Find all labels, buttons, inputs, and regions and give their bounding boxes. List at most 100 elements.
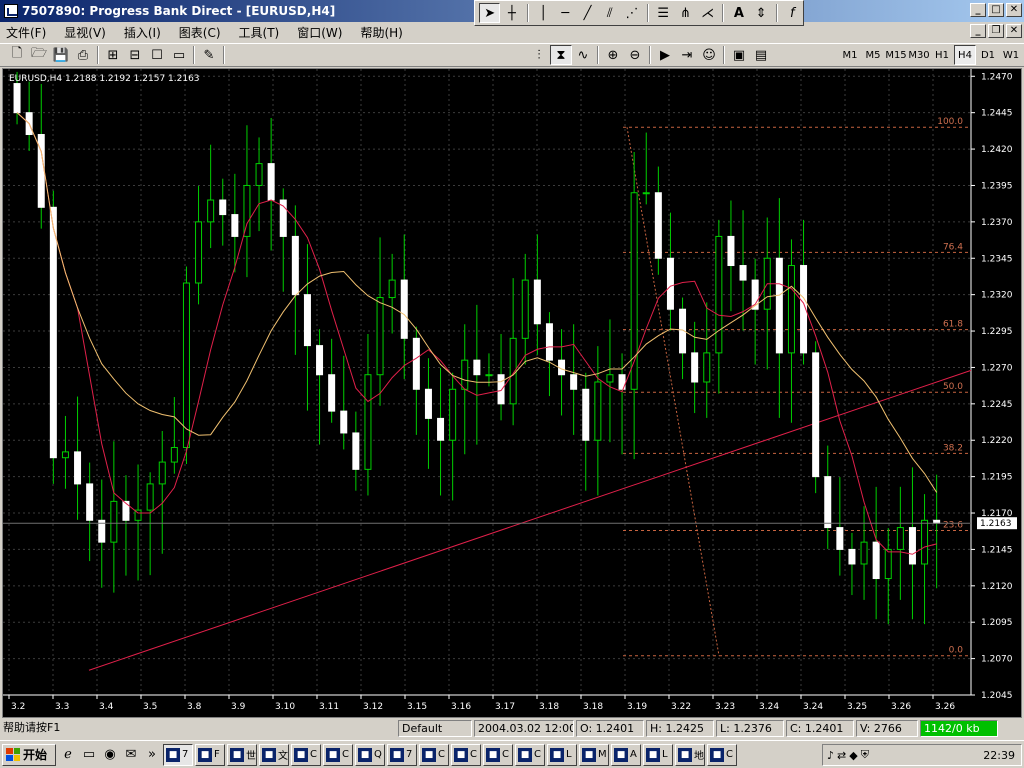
tf-m5[interactable]: M5 bbox=[862, 45, 884, 65]
taskbar-task[interactable]: ■ L bbox=[643, 743, 673, 766]
line-chart-icon[interactable]: ∿ bbox=[572, 45, 594, 65]
fibo-lines-icon[interactable]: ☰ bbox=[653, 3, 674, 23]
new-icon[interactable]: 🗋 bbox=[6, 45, 28, 65]
candle-body bbox=[364, 374, 372, 470]
zoom-in-icon[interactable]: ⊕ bbox=[602, 45, 624, 65]
arrows-icon[interactable]: ⇕ bbox=[750, 3, 771, 23]
tf-h4[interactable]: H4 bbox=[954, 45, 976, 65]
mdi-restore-button[interactable]: ❐ bbox=[988, 24, 1004, 38]
price-chart[interactable]: 1.2470 1.2445 1.2420 1.2395 1.2370 1.2345 1.23… bbox=[3, 69, 1021, 717]
autoscroll-icon[interactable]: ▶ bbox=[654, 45, 676, 65]
menu-insert[interactable]: 插入(I) bbox=[124, 24, 161, 41]
taskbar-task[interactable]: ■ C bbox=[323, 743, 353, 766]
fibo-fan-icon[interactable]: ⋌ bbox=[697, 3, 718, 23]
channel-icon[interactable]: ⫽ bbox=[599, 3, 620, 23]
menu-view[interactable]: 显视(V) bbox=[64, 24, 106, 41]
tray-security-icon[interactable]: ⛨ bbox=[861, 748, 869, 762]
x-tick-label: 3.11 bbox=[319, 702, 339, 712]
maximize-button[interactable]: □ bbox=[988, 3, 1004, 17]
menu-charts[interactable]: 图表(C) bbox=[179, 24, 221, 41]
candle-body bbox=[328, 374, 336, 412]
taskbar-task[interactable]: ■ A bbox=[611, 743, 641, 766]
tf-h1[interactable]: H1 bbox=[931, 45, 953, 65]
tf-m1[interactable]: M1 bbox=[839, 45, 861, 65]
candle-body bbox=[824, 476, 832, 529]
task-app-icon: ■ bbox=[582, 747, 596, 762]
open-icon[interactable]: 🗁 bbox=[28, 45, 50, 65]
taskbar-task[interactable]: ■ 地 bbox=[675, 743, 705, 766]
cursor-icon[interactable]: ➤ bbox=[479, 3, 501, 23]
minimize-button[interactable]: _ bbox=[970, 3, 986, 17]
taskbar-task[interactable]: ■ Q bbox=[355, 743, 385, 766]
desktop-icon[interactable]: ▭ bbox=[80, 746, 98, 764]
zoom-out-icon[interactable]: ⊖ bbox=[624, 45, 646, 65]
menu-tools[interactable]: 工具(T) bbox=[239, 24, 280, 41]
taskbar-task[interactable]: ■ C bbox=[707, 743, 737, 766]
close-button[interactable]: ✕ bbox=[1006, 3, 1022, 17]
experts-icon[interactable]: ☺ bbox=[698, 45, 720, 65]
terminal-icon[interactable]: ▭ bbox=[168, 45, 190, 65]
taskbar-task[interactable]: ■ 世 bbox=[227, 743, 257, 766]
x-tick-label: 3.18 bbox=[539, 702, 559, 712]
taskbar-task[interactable]: ■ 7 bbox=[163, 743, 193, 766]
x-tick-label: 3.3 bbox=[55, 702, 69, 712]
taskbar-task[interactable]: ■ C bbox=[451, 743, 481, 766]
x-tick-label: 3.24 bbox=[803, 702, 823, 712]
tray-app-icon[interactable]: ◆ bbox=[849, 749, 857, 762]
fibonacci-level-label: 61.8 bbox=[943, 320, 963, 330]
templates-icon[interactable]: ▤ bbox=[750, 45, 772, 65]
tf-m30[interactable]: M30 bbox=[908, 45, 930, 65]
chart-shift-icon[interactable]: ⇥ bbox=[676, 45, 698, 65]
taskbar-task[interactable]: ■ C bbox=[483, 743, 513, 766]
candles-icon[interactable]: ⧗ bbox=[550, 45, 572, 65]
new-order-icon[interactable]: ✎ bbox=[198, 45, 220, 65]
tf-w1[interactable]: W1 bbox=[1000, 45, 1022, 65]
taskbar-task[interactable]: ■ F bbox=[195, 743, 225, 766]
navigator-icon[interactable]: ☐ bbox=[146, 45, 168, 65]
candle-body bbox=[231, 214, 239, 237]
print-icon[interactable]: ⎙ bbox=[72, 45, 94, 65]
taskbar-task[interactable]: ■ C bbox=[515, 743, 545, 766]
text-tool-icon[interactable]: A bbox=[728, 3, 749, 23]
pitchfork-icon[interactable]: ⋔ bbox=[675, 3, 696, 23]
function-icon[interactable]: f bbox=[782, 3, 803, 23]
candle-body bbox=[715, 235, 723, 354]
app-icon[interactable] bbox=[4, 4, 18, 18]
mdi-minimize-button[interactable]: _ bbox=[970, 24, 986, 38]
mdi-close-button[interactable]: ✕ bbox=[1006, 24, 1022, 38]
horizontal-line-icon[interactable]: ─ bbox=[555, 3, 576, 23]
bar-chart-icon[interactable]: ⫶ bbox=[528, 45, 550, 65]
periods-icon[interactable]: ▣ bbox=[728, 45, 750, 65]
menu-help[interactable]: 帮助(H) bbox=[360, 24, 402, 41]
start-button[interactable]: 开始 bbox=[2, 743, 56, 766]
taskbar-task[interactable]: ■ C bbox=[419, 743, 449, 766]
candle-body bbox=[376, 297, 384, 376]
gann-fan-icon[interactable]: ⋰ bbox=[621, 3, 642, 23]
more-icon[interactable]: » bbox=[143, 746, 161, 764]
vertical-line-icon[interactable]: │ bbox=[533, 3, 554, 23]
save-icon[interactable]: 💾 bbox=[50, 45, 72, 65]
messenger-icon[interactable]: ✉ bbox=[122, 746, 140, 764]
tray-network-icon[interactable]: ⇄ bbox=[837, 749, 846, 762]
taskbar-task[interactable]: ■ C bbox=[291, 743, 321, 766]
tf-d1[interactable]: D1 bbox=[977, 45, 999, 65]
taskbar-task[interactable]: ■ 7 bbox=[387, 743, 417, 766]
trend-line-icon[interactable]: ╱ bbox=[577, 3, 598, 23]
tray-sound-icon[interactable]: ♪ bbox=[827, 749, 834, 762]
task-app-icon: ■ bbox=[294, 747, 308, 762]
data-window-icon[interactable]: ⊟ bbox=[124, 45, 146, 65]
menu-window[interactable]: 窗口(W) bbox=[297, 24, 342, 41]
tf-m15[interactable]: M15 bbox=[885, 45, 907, 65]
start-label: 开始 bbox=[23, 748, 48, 762]
taskbar-task[interactable]: ■ M bbox=[579, 743, 609, 766]
taskbar-task[interactable]: ■ L bbox=[547, 743, 577, 766]
market-watch-icon[interactable]: ⊞ bbox=[102, 45, 124, 65]
crosshair-icon[interactable]: ┼ bbox=[501, 3, 522, 23]
status-high: H: 1.2425 bbox=[646, 719, 714, 737]
media-icon[interactable]: ◉ bbox=[101, 746, 119, 764]
menu-file[interactable]: 文件(F) bbox=[6, 24, 46, 41]
taskbar-task[interactable]: ■ 文 bbox=[259, 743, 289, 766]
chart-window[interactable]: 1.2470 1.2445 1.2420 1.2395 1.2370 1.2345 1.23… bbox=[2, 68, 1022, 718]
status-volume: V: 2766 bbox=[856, 719, 918, 737]
browser-icon[interactable]: ℯ bbox=[59, 746, 77, 764]
